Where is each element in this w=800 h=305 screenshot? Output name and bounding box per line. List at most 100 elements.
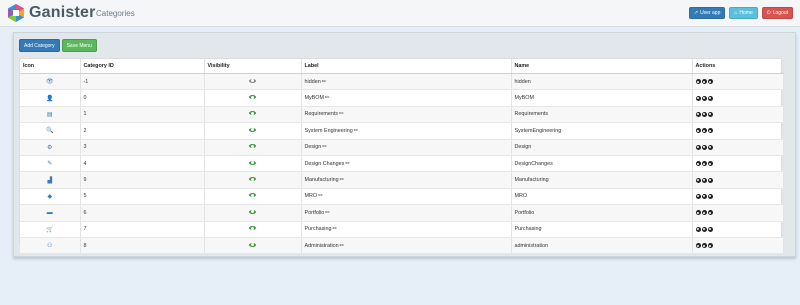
visibility-cell xyxy=(204,221,302,238)
delete-icon[interactable] xyxy=(707,210,713,216)
table-row[interactable]: ◆ 5 MRO✏ MRO xyxy=(20,188,784,206)
move-down-icon[interactable] xyxy=(701,79,707,85)
edit-pencil-icon[interactable]: ✏ xyxy=(345,161,350,167)
name-cell: administration xyxy=(511,237,693,255)
brand-name: Ganister xyxy=(29,4,96,21)
category-id-cell: 0 xyxy=(80,89,205,107)
power-icon: ⏻ xyxy=(766,10,771,16)
table-row[interactable]: ⚙ 3 Design✏ Design xyxy=(20,139,784,156)
delete-icon[interactable] xyxy=(707,79,713,85)
move-down-icon[interactable] xyxy=(701,193,707,199)
table-row[interactable]: ▤ 1 Requirements✏ Requirements xyxy=(20,106,784,124)
visible-eye-icon[interactable] xyxy=(249,160,256,165)
icon-cell: 👁 xyxy=(20,73,81,91)
label-cell: MyBOM✏ xyxy=(301,89,512,107)
home-button[interactable]: ⌂ Home xyxy=(729,7,758,19)
visibility-cell xyxy=(204,73,302,91)
table-row[interactable]: 👤 0 MyBOM✏ MyBOM xyxy=(20,89,784,107)
move-down-icon[interactable] xyxy=(701,111,707,117)
pencil-icon: ✎ xyxy=(47,161,53,168)
visible-eye-icon[interactable] xyxy=(249,242,256,247)
table-row[interactable]: ⚇ 8 Administration✏ administration xyxy=(20,237,784,255)
move-up-icon[interactable] xyxy=(695,226,701,232)
table-row[interactable]: ▬ 6 Portfolio✏ Portfolio xyxy=(20,204,784,222)
delete-icon[interactable] xyxy=(707,243,713,249)
edit-pencil-icon[interactable]: ✏ xyxy=(340,177,345,183)
table-header-row: Icon Category ID Visibility Label Name A… xyxy=(20,59,784,74)
col-header-visibility[interactable]: Visibility xyxy=(204,59,302,74)
move-down-icon[interactable] xyxy=(701,144,707,150)
move-down-icon[interactable] xyxy=(701,243,707,249)
delete-icon[interactable] xyxy=(707,226,713,232)
edit-pencil-icon[interactable]: ✏ xyxy=(322,144,327,150)
add-category-button[interactable]: Add Category xyxy=(19,39,60,52)
edit-pencil-icon[interactable]: ✏ xyxy=(318,193,323,199)
visible-eye-icon[interactable] xyxy=(249,209,256,214)
label-cell: System Engineering✏ xyxy=(301,122,512,140)
logo[interactable]: Ganister xyxy=(6,3,96,23)
move-up-icon[interactable] xyxy=(695,128,701,134)
user-app-button[interactable]: ↗ User app xyxy=(688,7,726,19)
delete-icon[interactable] xyxy=(707,128,713,134)
logout-button[interactable]: ⏻ Logout xyxy=(761,7,793,19)
save-menu-button[interactable]: Save Menu xyxy=(61,39,97,52)
move-down-icon[interactable] xyxy=(701,210,707,216)
move-up-icon[interactable] xyxy=(695,193,701,199)
edit-pencil-icon[interactable]: ✏ xyxy=(332,226,337,232)
table-row[interactable]: 🔍 2 System Engineering✏ SystemEngineering xyxy=(20,122,784,140)
delete-icon[interactable] xyxy=(707,95,713,101)
edit-pencil-icon[interactable]: ✏ xyxy=(325,210,330,216)
icon-cell: 👤 xyxy=(20,89,81,107)
move-up-icon[interactable] xyxy=(695,144,701,150)
label-cell: Purchasing✏ xyxy=(301,221,512,238)
delete-icon[interactable] xyxy=(707,111,713,117)
move-up-icon[interactable] xyxy=(695,95,701,101)
delete-icon[interactable] xyxy=(707,144,713,150)
delete-icon[interactable] xyxy=(707,161,713,167)
table-row[interactable]: 🛒 7 Purchasing✏ Purchasing xyxy=(20,221,784,238)
move-up-icon[interactable] xyxy=(695,161,701,167)
visible-eye-icon[interactable] xyxy=(249,226,256,231)
delete-icon[interactable] xyxy=(707,193,713,199)
visible-eye-icon[interactable] xyxy=(249,111,256,116)
label-cell: Design✏ xyxy=(301,139,512,156)
move-down-icon[interactable] xyxy=(701,177,707,183)
visibility-cell xyxy=(204,139,302,156)
categories-table: Icon Category ID Visibility Label Name A… xyxy=(20,59,784,255)
label-text: Administration xyxy=(304,242,339,249)
visible-eye-icon[interactable] xyxy=(249,144,256,149)
actions-cell xyxy=(692,171,784,189)
category-id-cell: -1 xyxy=(80,73,205,91)
table-row[interactable]: ✎ 4 Design Changes✏ DesignChanges xyxy=(20,155,784,173)
move-down-icon[interactable] xyxy=(701,128,707,134)
move-down-icon[interactable] xyxy=(701,161,707,167)
move-up-icon[interactable] xyxy=(695,177,701,183)
table-row[interactable]: ▟ 9 Manufacturing✏ Manufacturing xyxy=(20,171,784,189)
delete-icon[interactable] xyxy=(707,177,713,183)
move-up-icon[interactable] xyxy=(695,111,701,117)
hidden-eye-icon[interactable] xyxy=(249,78,256,83)
visible-eye-icon[interactable] xyxy=(249,127,256,132)
move-down-icon[interactable] xyxy=(701,95,707,101)
move-up-icon[interactable] xyxy=(695,79,701,85)
col-header-label[interactable]: Label xyxy=(301,59,512,74)
col-header-name[interactable]: Name xyxy=(511,59,693,74)
col-header-category-id[interactable]: Category ID xyxy=(80,59,205,74)
edit-pencil-icon[interactable]: ✏ xyxy=(340,243,345,249)
move-down-icon[interactable] xyxy=(701,226,707,232)
actions-cell xyxy=(692,237,784,255)
name-cell: Portfolio xyxy=(511,204,693,222)
edit-pencil-icon[interactable]: ✏ xyxy=(322,79,327,85)
edit-pencil-icon[interactable]: ✏ xyxy=(339,111,344,117)
actions-cell xyxy=(692,139,784,156)
visible-eye-icon[interactable] xyxy=(249,177,256,182)
table-row[interactable]: 👁 -1 hidden✏ hidden xyxy=(20,73,784,91)
category-id-cell: 4 xyxy=(80,155,205,173)
visible-eye-icon[interactable] xyxy=(249,95,256,100)
edit-pencil-icon[interactable]: ✏ xyxy=(325,95,330,101)
col-header-icon[interactable]: Icon xyxy=(20,59,81,74)
visible-eye-icon[interactable] xyxy=(249,193,256,198)
move-up-icon[interactable] xyxy=(695,243,701,249)
edit-pencil-icon[interactable]: ✏ xyxy=(354,128,359,134)
move-up-icon[interactable] xyxy=(695,210,701,216)
